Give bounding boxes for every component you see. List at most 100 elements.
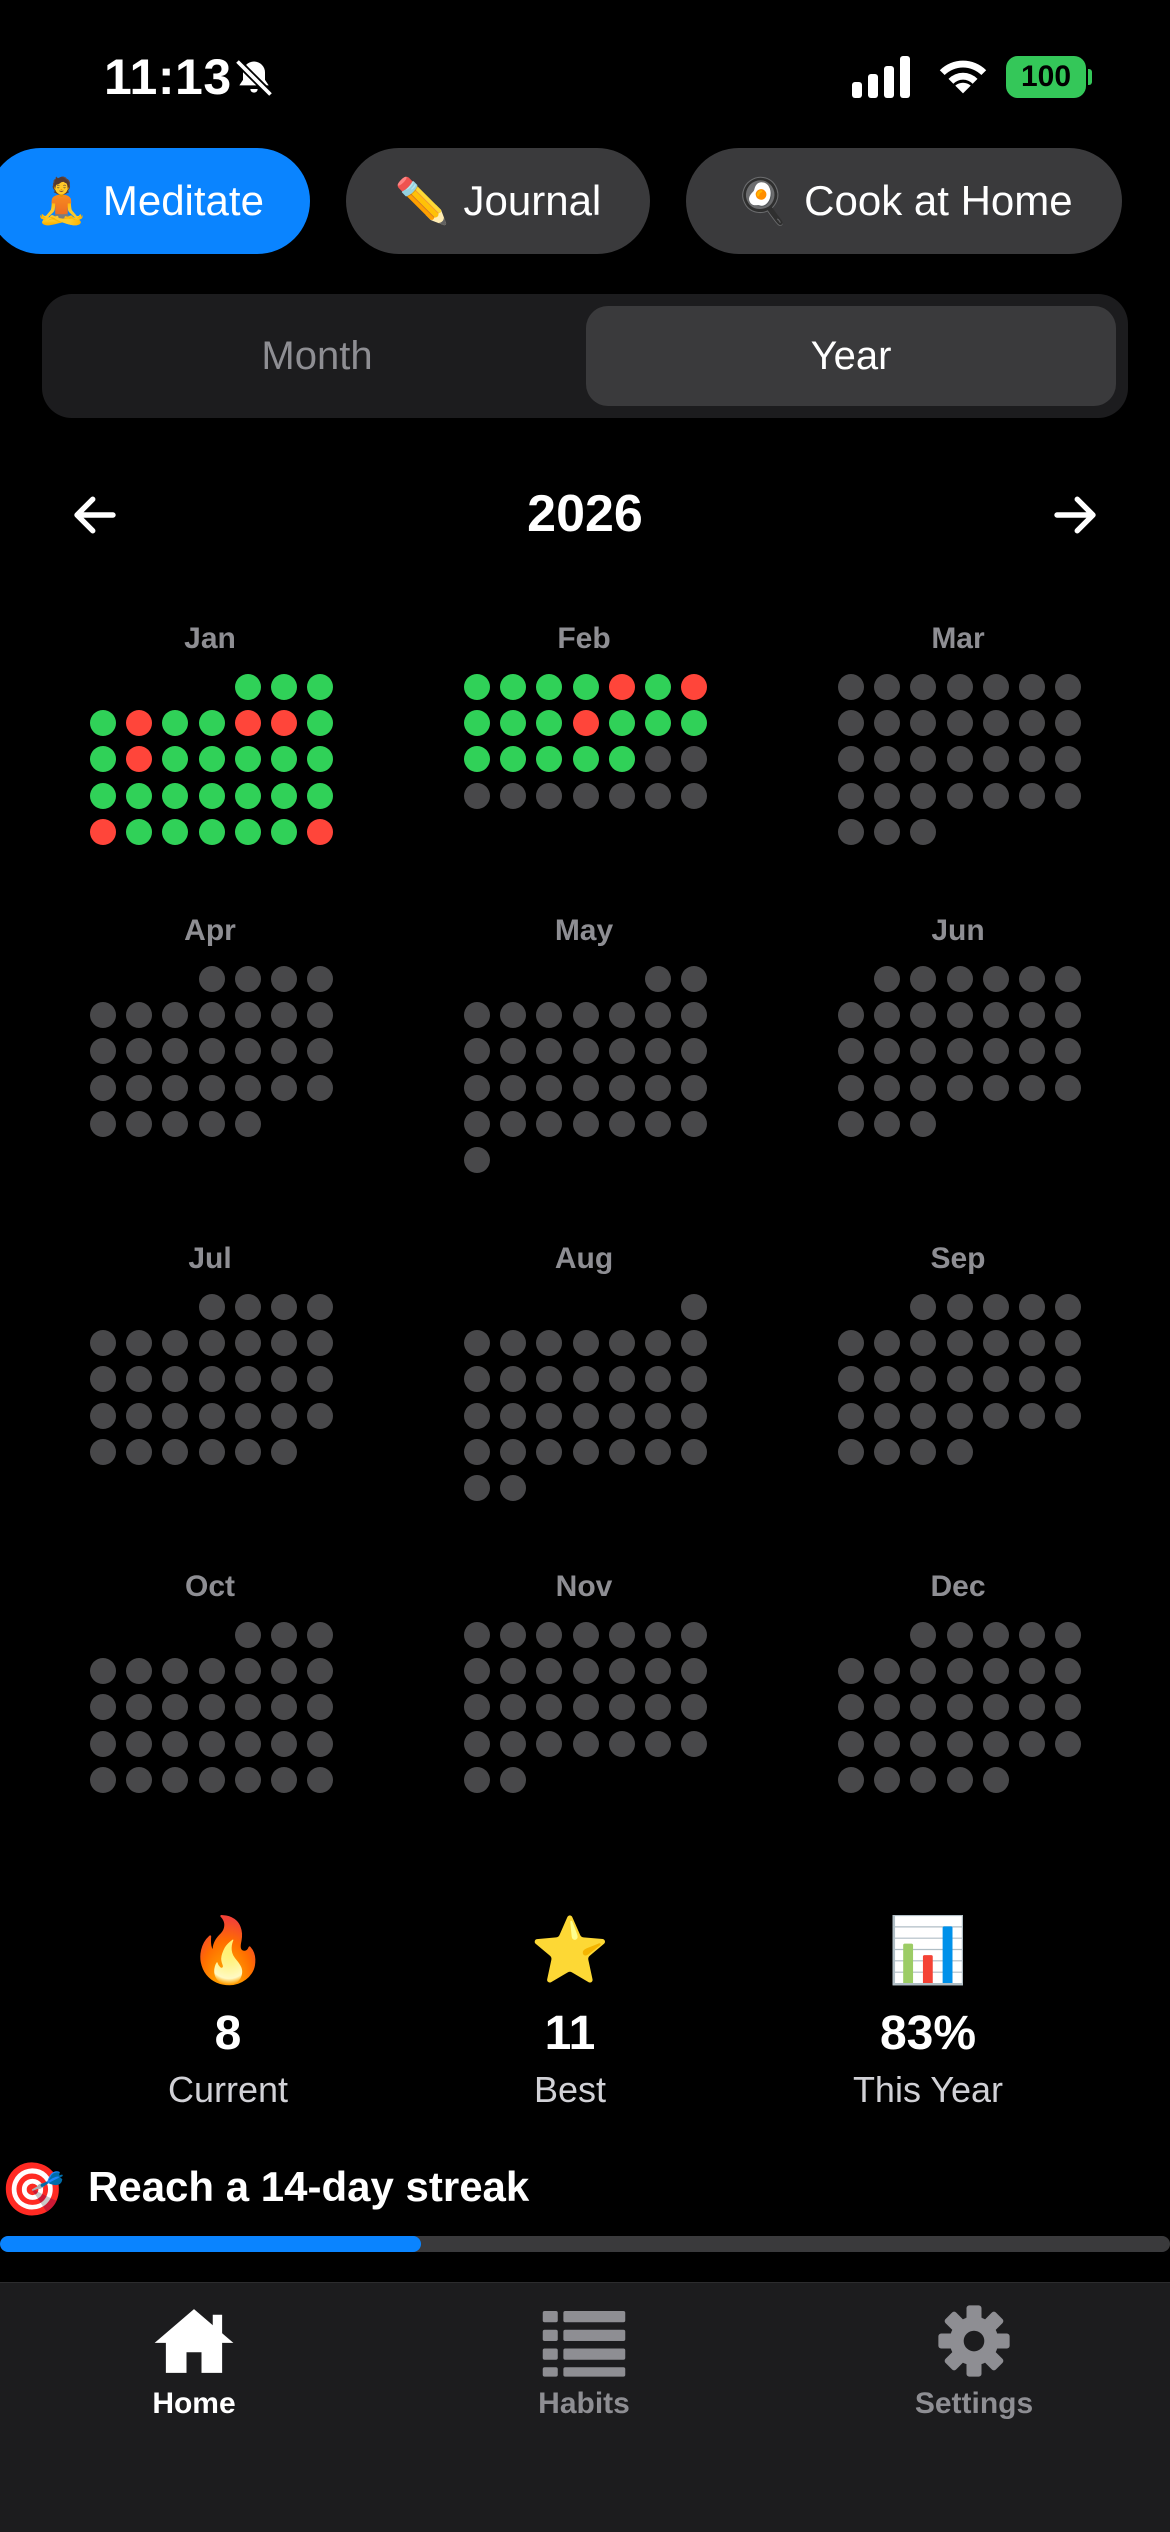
month-label: Apr — [184, 914, 236, 947]
day-dot — [910, 1658, 937, 1685]
day-dot — [234, 1330, 261, 1357]
day-dot — [874, 1766, 901, 1793]
day-dot — [126, 818, 153, 845]
habit-chip-meditate[interactable]: 🧘 Meditate — [0, 148, 310, 254]
day-dot — [645, 674, 671, 700]
day-dot — [910, 782, 937, 809]
day-dot — [572, 1002, 599, 1029]
day-dot — [572, 746, 599, 773]
day-dot — [946, 1074, 973, 1101]
day-dot — [946, 1694, 973, 1721]
day-dot — [500, 674, 527, 700]
day-dot — [500, 1622, 527, 1648]
day-dot — [910, 674, 937, 700]
stat-this-year: 📊 83% This Year — [798, 1910, 1058, 2111]
day-dot — [271, 1658, 297, 1685]
day-dot — [1019, 782, 1045, 809]
month-label: Dec — [930, 1570, 986, 1603]
day-dot — [307, 1294, 334, 1320]
day-dot — [838, 1110, 864, 1137]
day-dot — [126, 1074, 153, 1101]
day-dot — [1019, 1622, 1045, 1648]
day-dot — [162, 1730, 189, 1757]
tab-home[interactable]: Home — [74, 2303, 314, 2421]
month-label: Sep — [930, 1242, 986, 1275]
day-dot — [608, 1438, 635, 1465]
day-dot — [536, 1038, 563, 1065]
day-dot — [874, 1002, 901, 1029]
month-label: Nov — [555, 1570, 613, 1603]
day-dot — [910, 746, 937, 773]
month-label: Jul — [188, 1242, 232, 1275]
day-dot — [982, 1330, 1009, 1357]
day-dot — [838, 1330, 864, 1357]
day-dot — [500, 1475, 527, 1501]
day-dot — [271, 1002, 297, 1029]
habit-chip-cook-at-home[interactable]: 🍳 Cook at Home — [686, 148, 1122, 254]
day-dot — [1019, 746, 1045, 773]
streak-goal: 🎯 Reach a 14-day streak — [0, 2155, 1170, 2219]
day-dot — [271, 674, 297, 700]
day-dot — [307, 674, 334, 700]
day-dot — [500, 782, 527, 809]
day-dot — [307, 1694, 334, 1721]
day-dot — [946, 746, 973, 773]
day-dot — [910, 1766, 937, 1793]
day-dot — [982, 1694, 1009, 1721]
segment-year[interactable]: Year — [586, 306, 1116, 406]
day-dot — [307, 746, 334, 773]
day-dot — [198, 1694, 225, 1721]
day-dot — [608, 1730, 635, 1757]
day-dot — [946, 674, 973, 700]
day-dot — [536, 1366, 563, 1393]
day-dot — [681, 1110, 708, 1137]
day-dot — [271, 1766, 297, 1793]
day-dot — [645, 1622, 671, 1648]
day-dot — [234, 1694, 261, 1721]
day-dot — [1019, 1402, 1045, 1429]
day-dot — [946, 1330, 973, 1357]
day-dot — [198, 1038, 225, 1065]
day-dot — [198, 1110, 225, 1137]
day-dot — [838, 818, 864, 845]
battery-level: 100 — [1006, 56, 1086, 98]
fire-icon: 🔥 — [188, 1913, 268, 1986]
target-icon: 🎯 — [0, 2161, 65, 2219]
next-year-arrow-icon[interactable] — [1048, 488, 1102, 542]
tab-settings[interactable]: Settings — [854, 2303, 1094, 2421]
day-dot — [126, 1038, 153, 1065]
day-dot — [608, 1074, 635, 1101]
day-dot — [90, 1038, 116, 1065]
day-dot — [234, 1658, 261, 1685]
day-dot — [234, 1074, 261, 1101]
day-dot — [874, 710, 901, 737]
habit-chip-label: Meditate — [102, 177, 264, 224]
day-dot — [234, 966, 261, 992]
day-dot — [536, 1402, 563, 1429]
day-dot — [198, 1294, 225, 1320]
day-dot — [645, 1110, 671, 1137]
day-dot — [681, 710, 708, 737]
day-dot — [1055, 1658, 1082, 1685]
day-dot — [464, 674, 490, 700]
segment-month[interactable]: Month — [54, 306, 580, 406]
day-dot — [681, 1438, 708, 1465]
day-dot — [910, 966, 937, 992]
day-dot — [1019, 1038, 1045, 1065]
year-navigation: 2026 — [0, 470, 1170, 560]
habit-chip-journal[interactable]: ✏️ Journal — [346, 148, 650, 254]
day-dot — [982, 782, 1009, 809]
day-dot — [946, 1002, 973, 1029]
bar-chart-icon: 📊 — [888, 1913, 968, 1986]
month-label: Mar — [931, 622, 985, 655]
day-dot — [608, 1658, 635, 1685]
meditate-icon: 🧘 — [34, 177, 89, 226]
day-dot — [126, 710, 153, 737]
day-dot — [234, 1366, 261, 1393]
day-dot — [464, 1694, 490, 1721]
day-dot — [572, 674, 599, 700]
day-dot — [946, 1402, 973, 1429]
day-dot — [838, 1074, 864, 1101]
tab-habits[interactable]: Habits — [464, 2303, 704, 2421]
day-dot — [681, 1694, 708, 1721]
